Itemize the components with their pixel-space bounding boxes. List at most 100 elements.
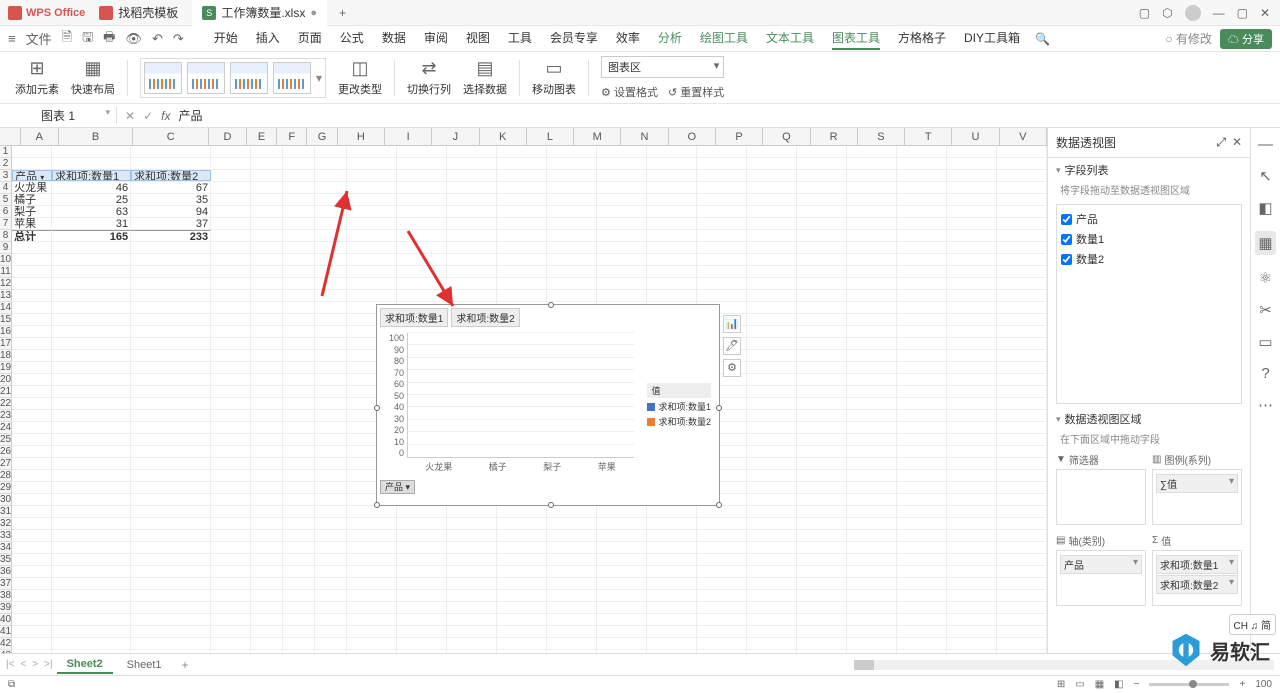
row-header[interactable]: 19 [0,362,12,374]
cell[interactable] [897,482,947,493]
cell[interactable] [283,278,315,289]
menu-tab-DIY工具箱[interactable]: DIY工具箱 [964,27,1020,50]
cell[interactable] [997,266,1047,277]
cell[interactable] [597,554,647,565]
cell[interactable] [947,506,997,517]
cell[interactable] [997,242,1047,253]
cell[interactable] [747,458,797,469]
cell[interactable] [947,338,997,349]
cell[interactable] [347,290,397,301]
cell[interactable] [947,218,997,229]
cell[interactable] [211,230,251,241]
cell[interactable]: 梨子 [12,206,52,217]
cell[interactable] [647,578,697,589]
cell[interactable] [131,398,211,409]
cell[interactable] [397,566,447,577]
cell[interactable] [52,422,131,433]
cell[interactable] [251,458,283,469]
cell[interactable] [251,566,283,577]
cell[interactable] [283,494,315,505]
cell[interactable] [251,554,283,565]
cell[interactable] [397,626,447,637]
cell[interactable] [52,494,131,505]
cell[interactable] [597,530,647,541]
cell[interactable] [12,302,52,313]
cell[interactable] [283,422,315,433]
cell[interactable] [547,626,597,637]
cell[interactable] [847,314,897,325]
cell[interactable] [397,146,447,157]
cell[interactable] [211,614,251,625]
cell[interactable]: 63 [52,206,131,217]
cell[interactable] [283,182,315,193]
cell[interactable] [897,554,947,565]
cell[interactable] [997,578,1047,589]
cell[interactable] [131,482,211,493]
cell[interactable] [997,494,1047,505]
cell[interactable] [547,254,597,265]
cell[interactable] [797,518,847,529]
cell[interactable] [12,482,52,493]
cell[interactable] [52,434,131,445]
row-header[interactable]: 42 [0,638,12,650]
cell[interactable] [897,602,947,613]
resize-handle[interactable] [548,502,554,508]
cell[interactable] [315,602,347,613]
cell[interactable] [347,638,397,649]
cell[interactable] [747,638,797,649]
col-header[interactable]: C [133,128,209,145]
cell[interactable] [947,590,997,601]
cell[interactable] [497,554,547,565]
cell[interactable] [947,374,997,385]
cell[interactable] [52,278,131,289]
chart-object[interactable]: 求和项:数量1 求和项:数量2 1009080706050403020100 火… [376,304,720,506]
cell[interactable] [347,230,397,241]
cell[interactable] [747,158,797,169]
row-header[interactable]: 17 [0,338,12,350]
cell[interactable] [797,314,847,325]
cell[interactable] [12,446,52,457]
cell[interactable] [797,386,847,397]
cell[interactable] [12,566,52,577]
cell[interactable] [251,170,283,181]
cell[interactable] [747,566,797,577]
cell[interactable] [847,326,897,337]
cell[interactable] [797,158,847,169]
cell[interactable] [747,206,797,217]
cell[interactable] [847,578,897,589]
cell[interactable] [997,194,1047,205]
cell[interactable] [283,266,315,277]
cell[interactable] [797,506,847,517]
cell[interactable] [697,554,747,565]
cell[interactable] [497,578,547,589]
cell[interactable] [997,638,1047,649]
col-header[interactable]: G [307,128,337,145]
cell[interactable] [447,242,497,253]
cell[interactable] [315,410,347,421]
cell[interactable] [347,170,397,181]
cell[interactable] [283,206,315,217]
select-tool-icon[interactable]: ↖ [1259,167,1272,185]
cell[interactable] [947,362,997,373]
cell[interactable] [283,314,315,325]
cell[interactable] [997,422,1047,433]
cell[interactable] [947,566,997,577]
cell[interactable] [547,230,597,241]
cell[interactable] [447,506,497,517]
cell[interactable] [997,338,1047,349]
row-header[interactable]: 10 [0,254,12,266]
chart-area-select[interactable]: 图表区 [601,56,724,78]
cell[interactable] [847,350,897,361]
cell[interactable] [251,194,283,205]
cell[interactable] [847,506,897,517]
cell[interactable] [315,614,347,625]
cell[interactable] [947,554,997,565]
cell[interactable] [647,278,697,289]
cell[interactable] [52,386,131,397]
cell[interactable] [131,314,211,325]
cell[interactable] [283,410,315,421]
cell[interactable] [947,194,997,205]
cell[interactable] [131,470,211,481]
row-header[interactable]: 27 [0,458,12,470]
cell[interactable] [747,506,797,517]
